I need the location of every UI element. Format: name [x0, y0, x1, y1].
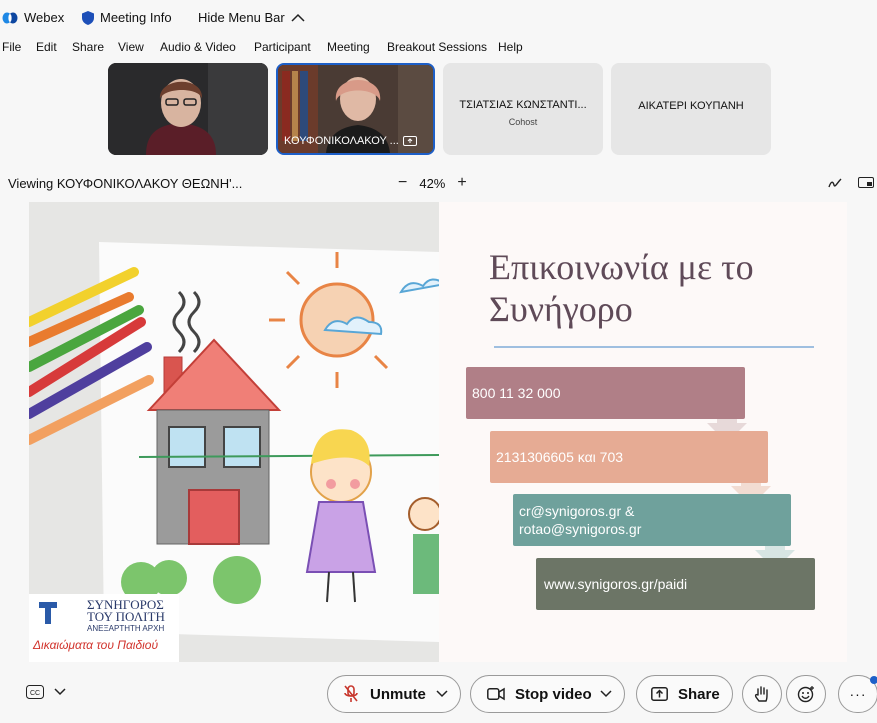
title-bar: Webex Meeting Info Hide Menu Bar	[0, 0, 877, 36]
meeting-info-label: Meeting Info	[100, 10, 172, 25]
app-title[interactable]: Webex	[2, 10, 64, 25]
viewing-label: Viewing ΚΟΥΦΟΝΙΚΟΛΑΚΟΥ ΘΕΩΝΗ'...	[8, 176, 243, 191]
ombudsman-logo: ΣΥΝΗΓΟΡΟΣ ΤΟΥ ΠΟΛΙΤΗ ΑΝΕΞΑΡΤΗΤΗ ΑΡΧΗ Δικ…	[29, 594, 179, 662]
microphone-muted-icon	[344, 685, 358, 702]
share-button[interactable]: Share	[636, 675, 733, 713]
raise-hand-icon	[754, 686, 768, 702]
zoom-level: 42%	[419, 175, 446, 191]
menu-help[interactable]: Help	[498, 40, 523, 54]
ombudsman-logo-icon	[39, 602, 57, 624]
screen-share-icon	[402, 135, 417, 146]
svg-text:CC: CC	[30, 690, 40, 697]
email-link-2[interactable]: rotao@synigoros.gr	[519, 521, 641, 537]
zoom-in-button[interactable]: +	[457, 174, 466, 192]
slide-illustration: ΣΥΝΗΓΟΡΟΣ ΤΟΥ ΠΟΛΙΤΗ ΑΝΕΞΑΡΤΗΤΗ ΑΡΧΗ Δικ…	[29, 202, 448, 662]
unmute-button[interactable]: Unmute	[327, 675, 461, 713]
app-name: Webex	[24, 10, 65, 25]
logo-line-3: ΑΝΕΞΑΡΤΗΤΗ ΑΡΧΗ	[87, 624, 165, 633]
share-label: Share	[678, 685, 720, 703]
children-drawing-illustration	[29, 202, 448, 662]
unmute-label: Unmute	[370, 685, 426, 703]
meeting-controls-toolbar: CC Unmute Stop video Share ···	[0, 665, 877, 723]
webex-logo-icon	[2, 12, 18, 23]
shield-icon	[82, 10, 94, 25]
active-speaker-name-tag: ΚΟΥΦΟΝΙΚΟΛΑΚΟΥ ...	[284, 135, 417, 147]
participant-name: ΑΙΚΑΤΕΡΙ ΚΟΥΠΑΝΗ	[638, 100, 744, 112]
meeting-info-button[interactable]: Meeting Info	[82, 10, 172, 25]
logo-line-2: ΤΟΥ ΠΟΛΙΤΗ	[87, 609, 165, 624]
menu-participant[interactable]: Participant	[254, 40, 311, 54]
participant-tile-name-1[interactable]: ΤΣΙΑΤΣΙΑΣ ΚΩΝΣΤΑΝΤΙ... Cohost	[443, 63, 603, 155]
notification-dot	[870, 676, 877, 684]
logo-tagline: Δικαιώματα του Παιδιού	[33, 638, 159, 652]
phone-number-2: 2131306605 και 703	[496, 449, 624, 465]
stop-video-label: Stop video	[515, 685, 592, 703]
participant-tile-name-2[interactable]: ΑΙΚΑΤΕΡΙ ΚΟΥΠΑΝΗ	[611, 63, 771, 155]
video-camera-icon	[487, 687, 505, 701]
closed-captions-icon: CC	[26, 685, 44, 699]
hide-menu-bar-label: Hide Menu Bar	[198, 10, 285, 25]
menu-audio-video[interactable]: Audio & Video	[160, 40, 236, 54]
captions-control[interactable]: CC	[26, 685, 66, 699]
zoom-controls: − 42% +	[398, 174, 467, 192]
email-link-1[interactable]: cr@synigoros.gr	[519, 503, 621, 519]
email-joiner: &	[621, 503, 635, 519]
zoom-out-button[interactable]: −	[398, 174, 407, 192]
menu-view[interactable]: View	[118, 40, 144, 54]
slide-title: Επικοινωνία με το Συνήγορο	[489, 247, 754, 329]
email-box: cr@synigoros.gr & rotao@synigoros.gr	[513, 494, 791, 546]
participant-tile-active-speaker[interactable]: ΚΟΥΦΟΝΙΚΟΛΑΚΟΥ ...	[276, 63, 435, 155]
viewing-bar: Viewing ΚΟΥΦΟΝΙΚΟΛΑΚΟΥ ΘΕΩΝΗ'... − 42% +	[0, 172, 877, 194]
chevron-down-icon[interactable]	[600, 690, 612, 698]
participant-name: ΤΣΙΑΤΣΙΑΣ ΚΩΝΣΤΑΝΤΙ...	[459, 99, 587, 111]
participant-role: Cohost	[508, 117, 538, 127]
menu-breakout-sessions[interactable]: Breakout Sessions	[387, 40, 487, 54]
chevron-up-icon	[291, 13, 305, 22]
view-options-icon[interactable]	[858, 177, 874, 190]
phone-box-2: 2131306605 και 703	[490, 431, 768, 483]
reactions-button[interactable]	[786, 675, 826, 713]
hide-menu-bar-button[interactable]: Hide Menu Bar	[198, 10, 305, 25]
raise-hand-button[interactable]	[742, 675, 782, 713]
menu-bar: File Edit Share View Audio & Video Parti…	[0, 38, 877, 58]
menu-file[interactable]: File	[2, 40, 21, 54]
slide-contact-panel: Επικοινωνία με το Συνήγορο 800 11 32 000…	[439, 202, 847, 662]
phone-number-1: 800 11 32 000	[472, 385, 561, 401]
menu-edit[interactable]: Edit	[36, 40, 57, 54]
participant-video-feed	[108, 63, 268, 155]
more-options-icon: ···	[849, 686, 867, 702]
emoji-reaction-icon	[797, 686, 814, 703]
participant-tile-video-1[interactable]	[108, 63, 268, 155]
more-options-button[interactable]: ···	[838, 675, 877, 713]
share-screen-icon	[651, 687, 668, 701]
phone-box-1: 800 11 32 000	[466, 367, 745, 419]
stop-video-button[interactable]: Stop video	[470, 675, 625, 713]
menu-share[interactable]: Share	[72, 40, 104, 54]
chevron-down-icon[interactable]	[436, 690, 448, 698]
shared-content-slide: ΣΥΝΗΓΟΡΟΣ ΤΟΥ ΠΟΛΙΤΗ ΑΝΕΞΑΡΤΗΤΗ ΑΡΧΗ Δικ…	[29, 202, 847, 662]
annotate-icon[interactable]	[828, 177, 842, 189]
slide-title-underline	[494, 346, 814, 348]
website-box: www.synigoros.gr/paidi	[536, 558, 815, 610]
chevron-down-icon	[54, 688, 66, 696]
menu-meeting[interactable]: Meeting	[327, 40, 370, 54]
participant-name: ΚΟΥΦΟΝΙΚΟΛΑΚΟΥ ...	[284, 135, 399, 147]
website-url: www.synigoros.gr/paidi	[544, 576, 688, 592]
